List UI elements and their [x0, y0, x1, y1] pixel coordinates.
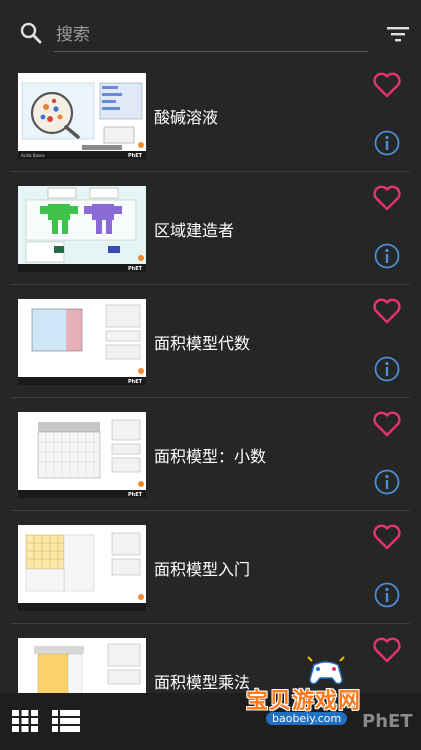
area-model-decimals-thumbnail[interactable]: PhET [18, 412, 146, 498]
info-icon[interactable] [374, 243, 400, 269]
list-item[interactable]: 面积模型入门 [11, 518, 410, 624]
heart-icon[interactable] [372, 297, 402, 325]
svg-text:PhET: PhET [128, 379, 143, 385]
grid-view-icon[interactable] [12, 710, 38, 732]
list-item[interactable]: PhET 区域建造者 [11, 179, 410, 285]
watermark: 宝贝游戏网 baobeiy.com PhET [240, 655, 421, 750]
search-input[interactable] [54, 18, 368, 52]
svg-text:PhET: PhET [128, 266, 143, 272]
list-item[interactable]: PhET 面积模型代数 [11, 292, 410, 398]
sim-title[interactable]: 酸碱溶液 [154, 104, 354, 128]
info-icon[interactable] [374, 356, 400, 382]
svg-text:Acids Bases: Acids Bases [21, 153, 45, 158]
phet-logo: PhET [362, 711, 413, 732]
area-builder-thumbnail[interactable]: PhET [18, 186, 146, 272]
area-model-algebra-thumbnail[interactable]: PhET [18, 299, 146, 385]
info-icon[interactable] [374, 130, 400, 156]
sim-title[interactable]: 面积模型代数 [154, 330, 354, 354]
area-model-intro-thumbnail[interactable] [18, 525, 146, 611]
svg-text:PhET: PhET [128, 492, 143, 498]
acid-base-thumbnail[interactable]: Acids Bases PhET [18, 73, 146, 159]
heart-icon[interactable] [372, 71, 402, 99]
search-icon[interactable] [20, 22, 42, 44]
app-screen: Acids Bases PhET 酸碱溶液 [0, 0, 421, 750]
heart-icon[interactable] [372, 410, 402, 438]
sim-title[interactable]: 面积模型：小数 [154, 443, 354, 467]
filter-icon[interactable] [386, 24, 410, 44]
sim-title[interactable]: 面积模型入门 [154, 556, 354, 580]
search-bar [0, 0, 421, 66]
area-model-multiplication-thumbnail[interactable] [18, 638, 146, 693]
simulation-list: Acids Bases PhET 酸碱溶液 PhET 区域建造者 PhET 面积… [0, 66, 421, 693]
watermark-name: 宝贝游戏网 [246, 689, 362, 714]
list-view-icon[interactable] [52, 710, 80, 732]
svg-text:PhET: PhET [128, 153, 143, 159]
watermark-url: baobeiy.com [266, 712, 348, 725]
info-icon[interactable] [374, 582, 400, 608]
heart-icon[interactable] [372, 523, 402, 551]
info-icon[interactable] [374, 469, 400, 495]
list-item[interactable]: PhET 面积模型：小数 [11, 405, 410, 511]
list-item[interactable]: Acids Bases PhET 酸碱溶液 [11, 66, 410, 172]
heart-icon[interactable] [372, 184, 402, 212]
sim-title[interactable]: 区域建造者 [154, 217, 354, 241]
